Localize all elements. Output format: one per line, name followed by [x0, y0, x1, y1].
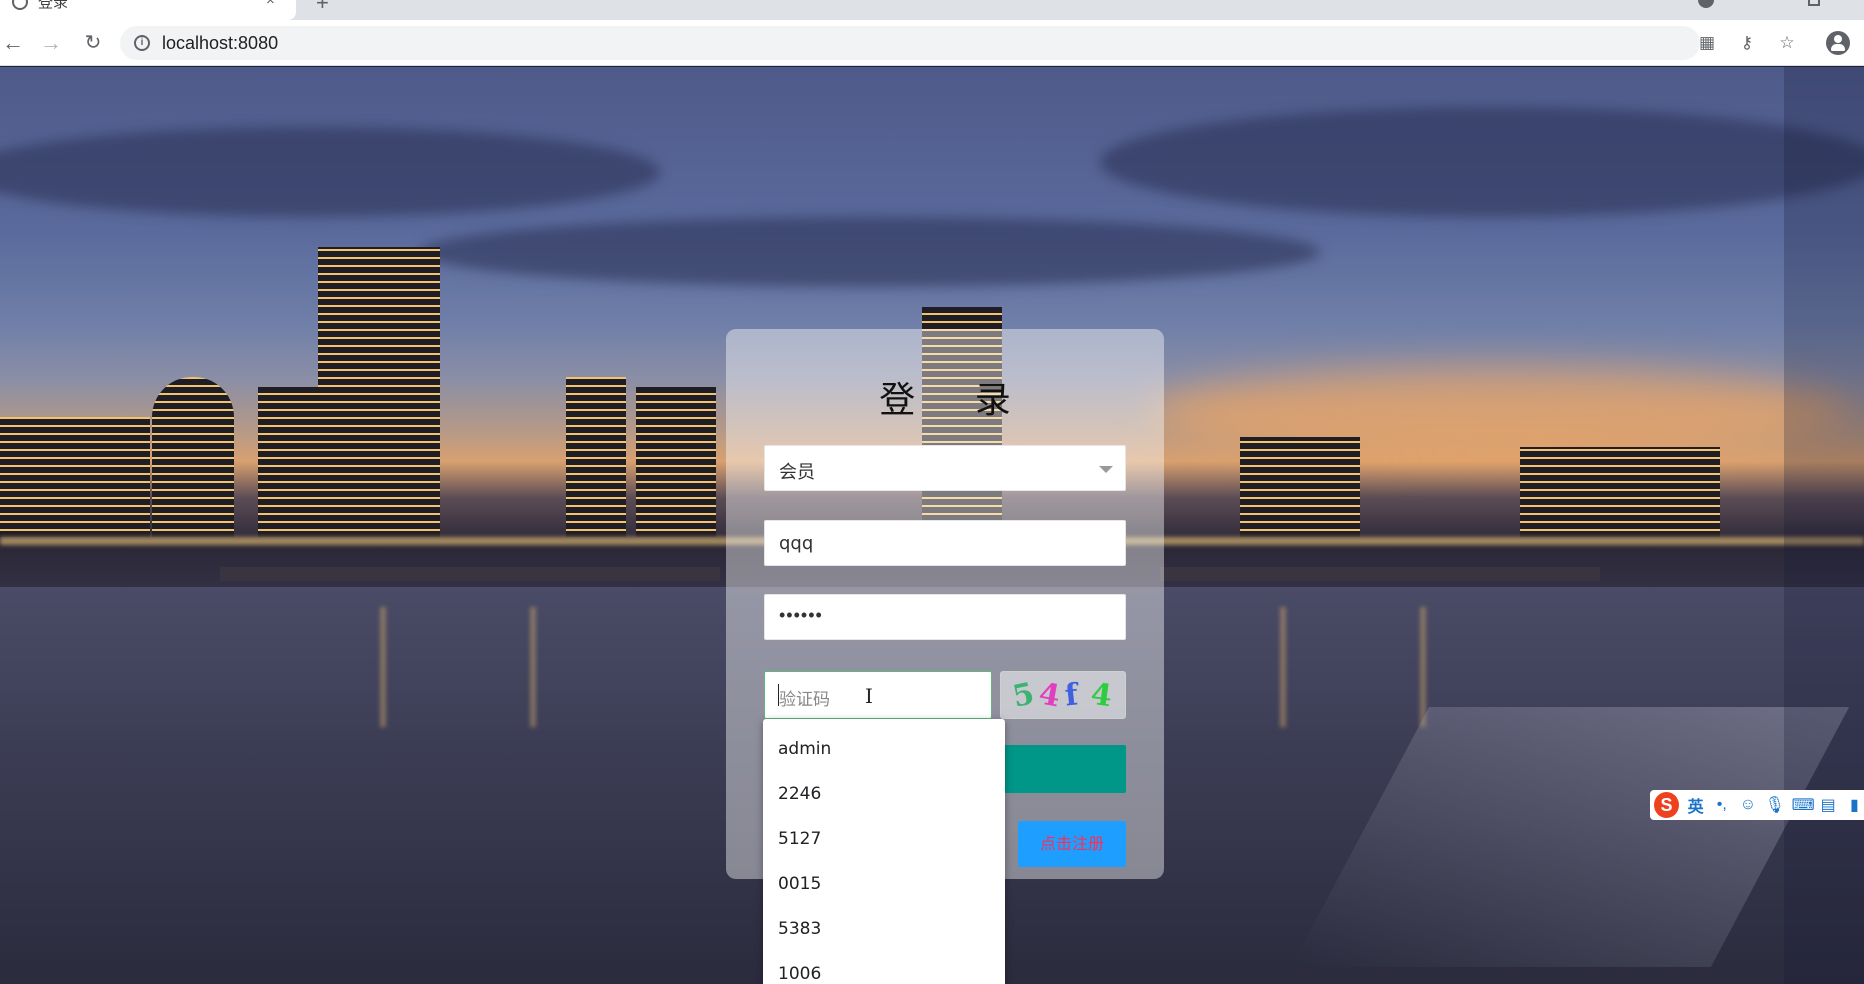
reload-icon[interactable]: ↻: [80, 30, 106, 56]
browser-toolbar: ← → ↻ i localhost:8080 ▦ ⚷ ☆: [0, 20, 1864, 66]
captcha-placeholder: 验证码: [779, 690, 830, 710]
apps-icon[interactable]: ▦: [1698, 34, 1716, 52]
forward-arrow-icon[interactable]: →: [38, 30, 64, 56]
punctuation-icon[interactable]: •,: [1712, 796, 1731, 814]
background-building: [258, 387, 328, 537]
login-title: 登 录: [879, 380, 1035, 421]
new-tab-icon[interactable]: +: [316, 0, 329, 16]
username-value: qqq: [779, 533, 814, 554]
autocomplete-item[interactable]: admin: [763, 727, 1005, 772]
autocomplete-item[interactable]: 5383: [763, 907, 1005, 952]
captcha-char: 4: [1088, 676, 1115, 715]
browser-tabstrip: 登录 × +: [0, 0, 1864, 20]
light-reflection: [1280, 607, 1286, 727]
autocomplete-dropdown: admin 2246 5127 0015 5383 1006: [763, 719, 1005, 984]
chevron-down-icon: [1099, 466, 1113, 473]
ime-logo-icon[interactable]: S: [1654, 792, 1679, 818]
url-text[interactable]: localhost:8080: [162, 33, 278, 54]
ime-toolbar: S 英 •, ☺ 🎙 ⌨ ▤ ▮: [1650, 790, 1864, 820]
background-cloud: [420, 217, 1320, 287]
password-input[interactable]: ••••••: [764, 594, 1126, 640]
key-icon[interactable]: ⚷: [1738, 34, 1756, 52]
address-bar[interactable]: i localhost:8080 ▦ ⚷ ☆: [120, 26, 1795, 60]
background-bridge: [220, 567, 720, 581]
microphone-icon[interactable]: 🎙: [1765, 795, 1785, 815]
browser-tab[interactable]: 登录 ×: [0, 0, 296, 20]
tab-close-icon[interactable]: ×: [266, 0, 275, 9]
star-icon[interactable]: ☆: [1778, 34, 1796, 52]
captcha-input[interactable]: 验证码 I: [764, 671, 992, 719]
light-reflection: [530, 607, 536, 727]
account-icon[interactable]: [1826, 31, 1850, 55]
autocomplete-item[interactable]: 5127: [763, 817, 1005, 862]
back-arrow-icon[interactable]: ←: [0, 30, 26, 56]
emoji-icon[interactable]: ☺: [1738, 796, 1757, 814]
background-skyscraper: [318, 247, 440, 537]
background-building: [0, 417, 150, 537]
ime-mode-toggle[interactable]: 英: [1686, 793, 1705, 817]
text-cursor-icon: I: [865, 684, 873, 708]
background-building: [1240, 437, 1360, 537]
background-building: [1520, 447, 1720, 537]
autocomplete-item[interactable]: 0015: [763, 862, 1005, 907]
light-reflection: [380, 607, 386, 727]
captcha-char: f: [1063, 677, 1080, 714]
background-edge: [1784, 67, 1864, 984]
background-bridge: [1160, 567, 1600, 581]
light-reflection: [1420, 607, 1426, 727]
password-value: ••••••: [779, 605, 823, 625]
captcha-char: 5: [1009, 676, 1038, 715]
tab-title: 登录: [38, 0, 69, 11]
username-input[interactable]: qqq: [764, 520, 1126, 566]
tab-favicon-icon: [12, 0, 28, 10]
autocomplete-item[interactable]: 1006: [763, 952, 1005, 984]
toolbox-icon[interactable]: ▤: [1819, 795, 1838, 815]
background-building: [152, 377, 234, 537]
captcha-char: 4: [1036, 676, 1063, 715]
info-icon[interactable]: i: [134, 35, 150, 51]
restore-window-icon[interactable]: [1808, 0, 1820, 6]
profile-icon[interactable]: [1698, 0, 1714, 8]
captcha-image[interactable]: 5 4 f 4: [1000, 671, 1126, 719]
background-cloud: [0, 127, 660, 217]
role-select-value: 会员: [779, 462, 815, 483]
background-building: [636, 387, 716, 537]
autocomplete-item[interactable]: 2246: [763, 772, 1005, 817]
keyboard-icon[interactable]: ⌨: [1792, 795, 1815, 815]
register-button[interactable]: 点击注册: [1018, 821, 1126, 867]
background-building: [566, 377, 626, 537]
background-cloud: [1100, 107, 1864, 217]
skin-icon[interactable]: ▮: [1845, 795, 1864, 815]
role-select[interactable]: 会员: [764, 445, 1126, 491]
login-page: 登 录 会员 qqq •••••• 验证码 I 5 4 f 4 点击注册 adm…: [0, 67, 1864, 984]
